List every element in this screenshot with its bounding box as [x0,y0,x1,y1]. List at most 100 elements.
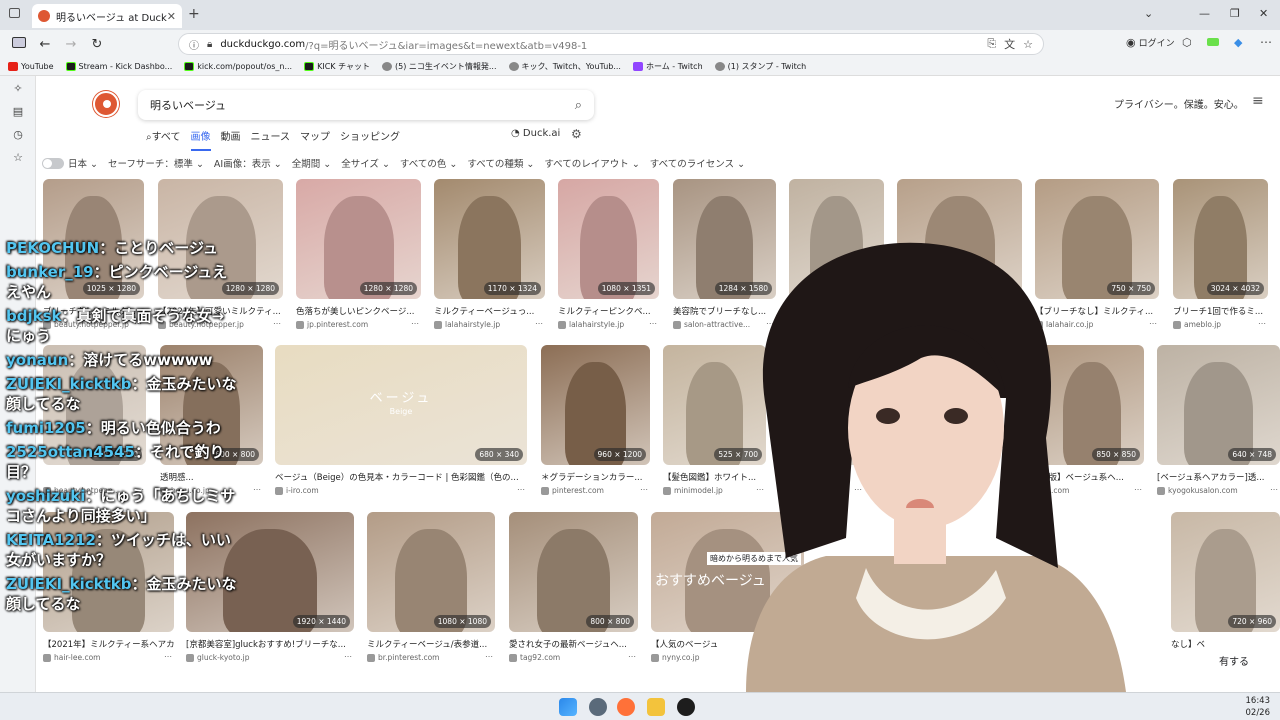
image-thumbnail[interactable]: 800 × 800 [509,512,638,632]
image-thumbnail[interactable]: 640 × 748 [1157,345,1280,465]
more-options-icon[interactable]: ⋯ [1149,319,1157,328]
duck-ai-link[interactable]: ◔ Duck.ai [511,128,560,139]
more-options-icon[interactable]: ⋯ [164,652,172,661]
install-app-icon[interactable]: ⎘ [987,37,996,51]
image-source[interactable]: i-iro.com [275,486,527,495]
image-caption[interactable]: 【2021年】ミルクティー系ヘアカ... [43,638,174,650]
bookmark-kick-twitch[interactable]: キック、Twitch、YouTub... [508,61,621,72]
search-input[interactable]: 明るいベージュ [150,97,226,113]
image-thumbnail[interactable]: 1280 × 1280 [296,179,421,299]
new-tab-button[interactable]: + [188,6,200,22]
image-caption[interactable]: [京都美容室]gluckおすすめ!ブリーチな... [186,638,354,650]
image-caption[interactable]: なし】ベ [1171,638,1280,650]
tab-news[interactable]: ニュース [251,128,291,151]
image-source[interactable]: jp.pinterest.com [296,320,421,329]
windows-start-icon[interactable] [559,698,577,716]
bookmark-niconico[interactable]: (5) ニコ生イベント情報発... [382,61,497,72]
favorites-icon[interactable]: ☆ [0,151,36,174]
image-caption[interactable]: ブリーチ1回で作るミ... [1173,305,1268,317]
image-source[interactable]: gluck-kyoto.jp [186,653,354,662]
history-icon[interactable]: ◷ [0,128,36,151]
image-result-card[interactable]: 640 × 748 [ベージュ系ヘアカラー]透... kyogokusalon.co… [1157,345,1280,505]
image-caption[interactable]: ミルクティーピンクベ... [558,305,659,317]
translate-icon[interactable]: 文 [1004,36,1015,52]
region-toggle[interactable] [42,157,64,169]
save-page-icon[interactable]: ▤ [0,105,36,128]
image-thumbnail[interactable]: 960 × 1200 [541,345,650,465]
more-options-icon[interactable]: ⋯ [273,319,281,328]
image-source[interactable]: lalahairstyle.jp [558,320,659,329]
image-thumbnail[interactable]: 720 × 960 [1171,512,1280,632]
image-caption[interactable]: ＊グラデーションカラー... [541,471,650,483]
more-options-icon[interactable]: ⋯ [1258,319,1266,328]
image-thumbnail[interactable]: 1080 × 1080 [367,512,495,632]
filter-ai-images[interactable]: AI画像：表示 ⌄ [214,156,282,170]
image-result-card[interactable]: 1080 × 1351 ミルクティーピンクベ... lalahairstyle.jp… [558,179,659,339]
image-result-card[interactable]: 1280 × 1280 色落ちが美しいピンクベージ... jp.pinterest.… [296,179,421,339]
filter-license[interactable]: すべてのライセンス ⌄ [650,156,745,170]
active-tab[interactable]: 明るいベージュ at DuckDuckGo ✕ [32,4,182,28]
tab-videos[interactable]: 動画 [221,128,241,151]
image-result-card[interactable]: 960 × 1200 ＊グラデーションカラー... pinterest.com ⋯ [541,345,650,505]
more-options-icon[interactable]: ⋯ [1270,485,1278,494]
bookmark-kick-popout[interactable]: kick.com/popout/os_n... [184,62,292,71]
settings-app-icon[interactable] [589,698,607,716]
address-bar[interactable]: ⓘ 🔒︎ duckduckgo.com /?q=明るいベージュ&iar=imag… [178,33,1044,55]
filter-layout[interactable]: すべてのレイアウト ⌄ [544,156,639,170]
menu-icon[interactable]: ⋯ [1260,35,1272,49]
obs-app-icon[interactable] [677,698,695,716]
more-options-icon[interactable]: ⋯ [253,485,261,494]
forward-button[interactable]: → [60,37,82,52]
image-thumbnail[interactable]: 3024 × 4032 [1173,179,1268,299]
extension-blue-icon[interactable]: ◆ [1234,36,1242,49]
login-button[interactable]: ◉ ログイン [1126,36,1175,49]
sidebar-toggle-icon[interactable] [8,36,30,52]
bookmark-twitch-home[interactable]: ホーム - Twitch [632,61,703,72]
reload-button[interactable]: ↻ [86,37,108,52]
image-source[interactable]: hair-lee.com [43,653,174,662]
minimize-button[interactable]: — [1199,7,1210,20]
tab-shopping[interactable]: ショッピング [340,128,400,151]
image-caption[interactable]: 色落ちが美しいピンクベージ... [296,305,421,317]
site-info-icon[interactable]: ⓘ [189,37,199,52]
system-clock[interactable]: 16:43 02/26 [1246,695,1271,719]
image-caption[interactable]: ベージュ（Beige）の色見本・カラーコード | 色彩図鑑（色の... [275,471,527,483]
tab-all[interactable]: ⌕すべて [146,128,181,151]
tab-dropdown-icon[interactable]: ⌄ [1144,7,1153,20]
image-thumbnail[interactable]: 1080 × 1351 [558,179,659,299]
more-options-icon[interactable]: ⋯ [640,485,648,494]
more-options-icon[interactable]: ⋯ [517,485,525,494]
back-button[interactable]: ← [34,37,56,52]
more-options-icon[interactable]: ⋯ [411,319,419,328]
more-options-icon[interactable]: ⋯ [649,319,657,328]
image-source[interactable]: lalahairstyle.jp [434,320,545,329]
file-explorer-icon[interactable] [647,698,665,716]
image-caption[interactable]: ミルクティーベージュ/表参道... [367,638,495,650]
image-source[interactable]: pinterest.com [541,486,650,495]
search-icon[interactable]: ⌕ [575,98,582,113]
close-window-button[interactable]: ✕ [1259,7,1268,20]
tab-list-icon[interactable] [9,8,20,18]
firefox-app-icon[interactable] [617,698,635,716]
image-result-card[interactable]: 720 × 960 なし】ベ 有する [1171,512,1280,672]
tab-images[interactable]: 画像 [190,128,211,151]
bookmark-kick-dashboard[interactable]: Stream - Kick Dashbo... [65,62,172,71]
filter-region[interactable]: 日本 ⌄ [68,156,98,170]
more-options-icon[interactable]: ⋯ [535,319,543,328]
image-source[interactable]: br.pinterest.com [367,653,495,662]
image-result-card[interactable]: ベージュ Beige 680 × 340 ベージュ（Beige）の色見本・カラーコード… [275,345,527,505]
bookmark-twitch-stamps[interactable]: (1) スタンプ - Twitch [714,61,806,72]
search-box[interactable]: 明るいベージュ ⌕ [138,90,594,120]
privacy-tagline[interactable]: プライバシー。保護。安心。 [1114,96,1244,111]
image-result-card[interactable]: 800 × 800 愛され女子の最新ベージュヘ... tag92.com ⋯ [509,512,638,672]
image-thumbnail[interactable]: ベージュ Beige 680 × 340 [275,345,527,465]
settings-gear-icon[interactable]: ⚙ [571,127,582,141]
more-options-icon[interactable]: ⋯ [344,652,352,661]
bookmark-youtube[interactable]: YouTube [8,62,54,71]
image-source[interactable]: tag92.com [509,653,638,662]
image-source[interactable]: ameblo.jp [1173,320,1268,329]
extensions-icon[interactable]: ⬡ [1182,36,1192,49]
tab-maps[interactable]: マップ [300,128,330,151]
image-source[interactable]: kyogokusalon.com [1157,486,1280,495]
image-caption[interactable]: [ベージュ系ヘアカラー]透... [1157,471,1280,483]
